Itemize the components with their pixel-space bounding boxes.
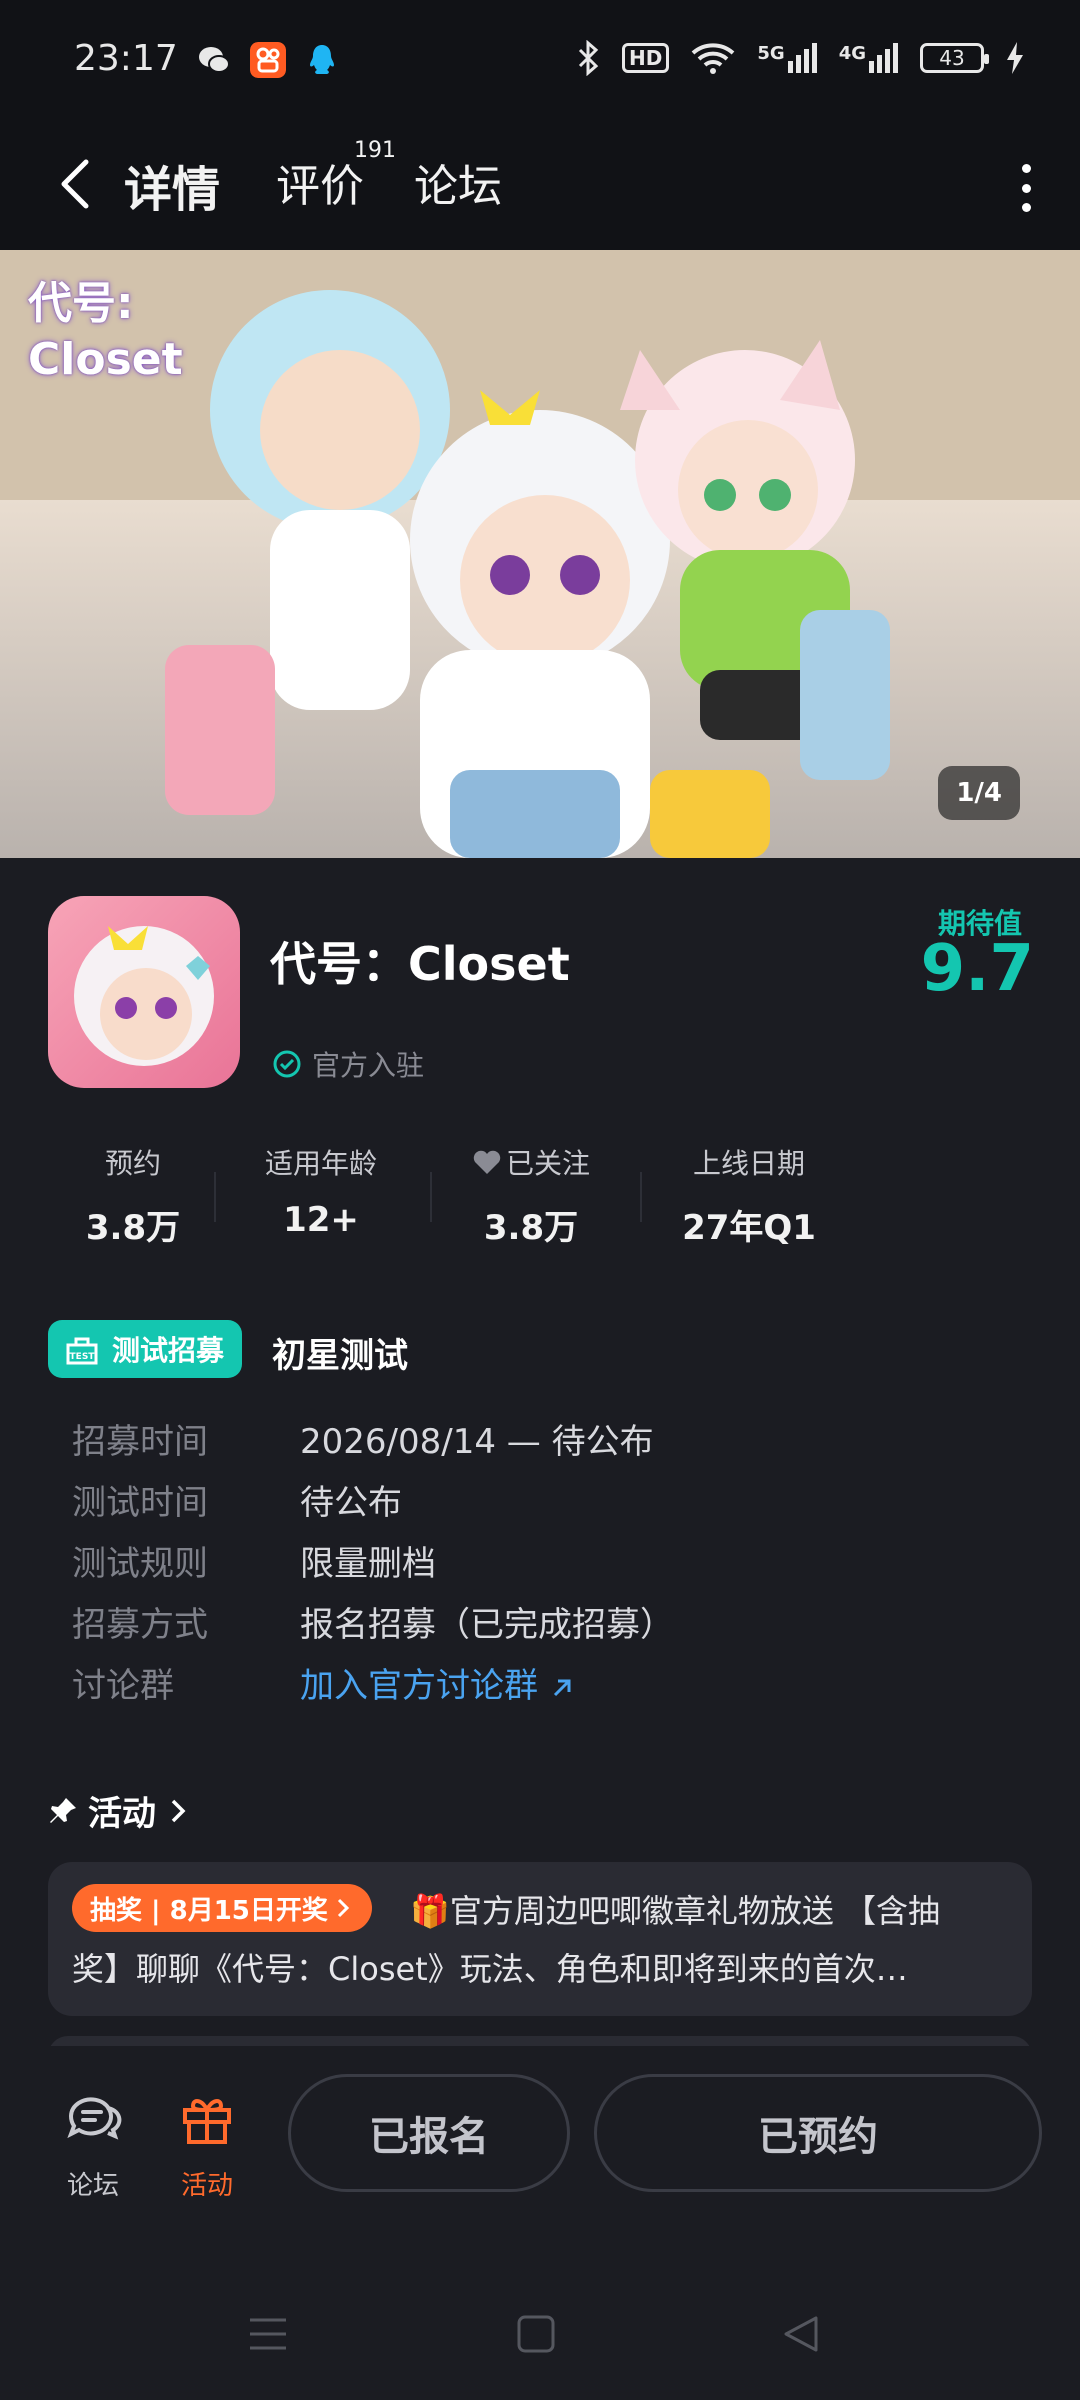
activity-header[interactable]: 活动: [48, 1786, 190, 1835]
chevron-right-icon: [171, 1799, 186, 1822]
bottom-forum-button[interactable]: 论坛: [48, 2086, 138, 2202]
pin-icon: [50, 1797, 76, 1823]
signal-5g-icon: 5G: [757, 43, 817, 73]
check-circle-icon: [273, 1050, 301, 1078]
activity-title-line1: 🎁官方周边吧唧徽章礼物放送 【含抽: [410, 1892, 941, 1930]
back-arrow-icon[interactable]: [48, 154, 108, 214]
stat-divider: [430, 1172, 432, 1222]
forum-icon: [67, 2097, 122, 2140]
back-triangle-icon[interactable]: [782, 2314, 822, 2354]
gift-icon: [183, 2099, 231, 2144]
menu-icon[interactable]: [248, 2314, 288, 2354]
bottom-activity-button[interactable]: 活动: [162, 2086, 252, 2202]
wechat-icon: [199, 47, 230, 73]
system-navigation-bar: [0, 2300, 1080, 2360]
svg-text:TEST: TEST: [70, 1352, 96, 1362]
heart-icon: [473, 1150, 501, 1174]
game-character-avatar: [74, 926, 214, 1066]
charging-icon: [1007, 42, 1023, 74]
chevron-right-icon: [337, 1898, 349, 1918]
kuaishou-icon: [250, 42, 286, 78]
test-recruit-badge: TEST 测试招募: [48, 1320, 243, 1378]
game-logo: 代号: Closet: [28, 278, 183, 385]
bluetooth-icon: [578, 40, 599, 76]
status-bar: 23:17 HD 5G 4G 43: [0, 0, 1080, 124]
stat-following[interactable]: 已关注 3.8万: [446, 1142, 616, 1249]
banner-carousel[interactable]: 代号: Closet 1/4: [0, 250, 1080, 858]
test-name: 初星测试: [272, 1336, 408, 1376]
stat-release-date: 上线日期 27年Q1: [682, 1147, 816, 1248]
home-icon[interactable]: [516, 2314, 556, 2354]
game-app-icon: [48, 896, 240, 1088]
test-icon: TEST: [66, 1337, 98, 1365]
stat-reservations: 预约 3.8万: [85, 1147, 181, 1248]
more-options-icon[interactable]: [1016, 164, 1036, 212]
expectation-score: 9.7: [920, 932, 1034, 1006]
top-nav: 详情 评价 191 论坛: [0, 124, 1080, 250]
stat-divider: [640, 1172, 642, 1222]
tab-review[interactable]: 评价: [276, 150, 364, 214]
stat-divider: [214, 1172, 216, 1222]
tab-detail[interactable]: 详情: [124, 150, 220, 220]
status-time: 23:17: [74, 38, 178, 79]
signed-up-button[interactable]: 已报名: [288, 2074, 570, 2192]
join-group-link[interactable]: 加入官方讨论群: [300, 1658, 575, 1707]
activity-card[interactable]: 抽奖 | 8月15日开奖 🎁官方周边吧唧徽章礼物放送 【含抽 奖】聊聊《代号：C…: [48, 1862, 1032, 2016]
official-verified: 官方入驻: [272, 1044, 424, 1084]
tab-forum[interactable]: 论坛: [414, 150, 502, 214]
external-arrow-icon: [553, 1679, 571, 1696]
qq-icon: [310, 45, 334, 74]
battery-icon: 43: [920, 43, 989, 73]
lottery-tag: 抽奖 | 8月15日开奖: [72, 1884, 372, 1932]
hd-badge: HD: [622, 43, 670, 73]
review-count-badge: 191: [354, 138, 396, 163]
status-icons: HD 5G 4G 43: [576, 40, 1024, 76]
game-title: 代号：Closet: [270, 937, 570, 991]
activity-title-line2: 奖】聊聊《代号：Closet》玩法、角色和即将到来的首次…: [72, 1950, 908, 1988]
stats-row: 预约 3.8万 适用年龄 12+ 已关注 3.8万 上线日期 27年Q1: [48, 1142, 838, 1248]
signal-4g-icon: 4G: [839, 43, 898, 73]
wifi-icon: [692, 43, 735, 74]
carousel-counter: 1/4: [938, 766, 1020, 820]
reserved-button[interactable]: 已预约: [594, 2074, 1042, 2192]
stat-age-rating: 适用年龄 12+: [264, 1147, 377, 1240]
